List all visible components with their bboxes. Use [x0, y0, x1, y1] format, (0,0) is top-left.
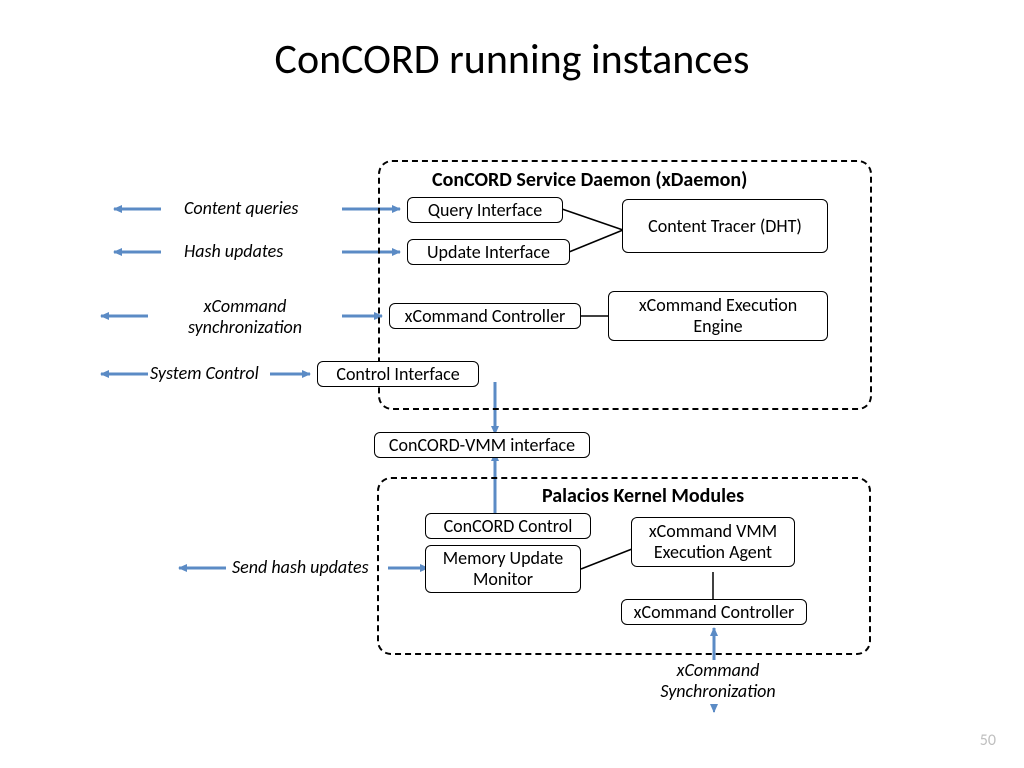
label-content-queries: Content queries — [184, 198, 298, 219]
slide-number: 50 — [980, 731, 996, 750]
box-vmm-interface: ConCORD-VMM interface — [374, 432, 590, 458]
box-xcommand-controller: xCommand Controller — [389, 303, 581, 329]
box-content-tracer: Content Tracer (DHT) — [622, 199, 828, 253]
box-update-interface: Update Interface — [407, 239, 570, 265]
label-xcommand-sync: xCommand synchronization — [160, 296, 330, 337]
box-query-interface: Query Interface — [407, 197, 563, 223]
label-xcommand-sync2: xCommand Synchronization — [648, 660, 788, 701]
daemon-title: ConCORD Service Daemon (xDaemon) — [432, 168, 747, 192]
box-xcommand-engine: xCommand Execution Engine — [608, 291, 828, 341]
label-hash-updates: Hash updates — [184, 241, 283, 262]
box-xcommand-vmm-agent: xCommand VMM Execution Agent — [631, 517, 795, 567]
label-send-hash-updates: Send hash updates — [232, 557, 369, 578]
label-system-control: System Control — [150, 363, 259, 384]
page-title: ConCORD running instances — [0, 34, 1024, 85]
box-memory-monitor: Memory Update Monitor — [425, 545, 581, 593]
box-concord-control: ConCORD Control — [425, 513, 591, 539]
box-xcommand-controller2: xCommand Controller — [621, 599, 807, 625]
palacios-title: Palacios Kernel Modules — [542, 484, 744, 508]
box-control-interface: Control Interface — [317, 361, 479, 387]
